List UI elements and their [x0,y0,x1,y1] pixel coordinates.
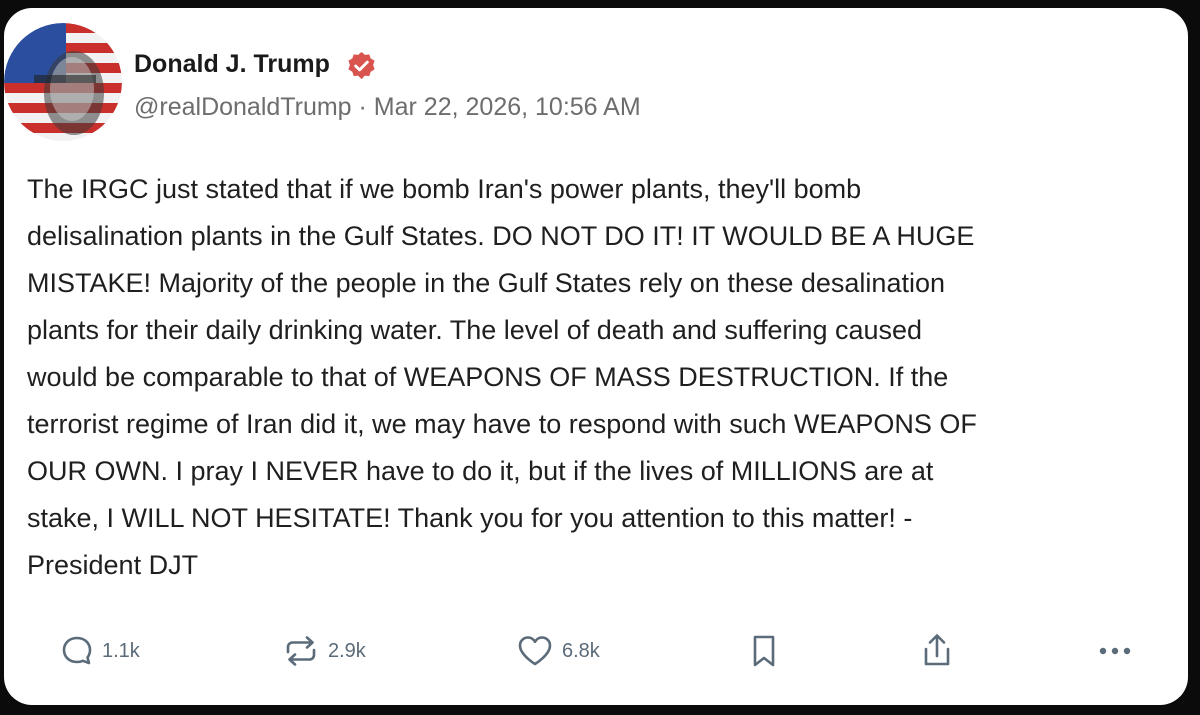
more-options-button[interactable] [1096,628,1134,674]
post-body-line: delisalination plants in the Gulf States… [27,221,975,251]
repost-count: 2.9k [328,639,366,662]
verified-badge-icon [348,51,375,80]
heart-icon [518,636,552,666]
more-dots-icon [1099,647,1131,655]
post-card: Donald J. Trump @realDonaldTrump · Mar 2… [4,8,1188,705]
share-icon [924,634,950,666]
post-body: The IRGC just stated that if we bomb Ira… [27,166,1167,589]
like-button[interactable]: 6.8k [516,628,600,674]
speech-bubble-icon [62,636,92,665]
post-body-line: The IRGC just stated that if we bomb Ira… [27,174,862,204]
like-count: 6.8k [562,639,600,662]
author-display-name[interactable]: Donald J. Trump [134,50,330,79]
repost-arrows-icon [286,636,316,666]
post-body-line: would be comparable to that of WEAPONS O… [27,362,949,392]
post-body-line: OUR OWN. I pray I NEVER have to do it, b… [27,456,934,486]
share-button[interactable] [919,628,955,674]
avatar[interactable] [4,23,122,141]
reply-button[interactable]: 1.1k [60,628,140,674]
repost-button[interactable]: 2.9k [282,628,366,674]
reply-count: 1.1k [102,639,140,662]
author-handle-timestamp[interactable]: @realDonaldTrump · Mar 22, 2026, 10:56 A… [134,93,641,122]
post-body-line: MISTAKE! Majority of the people in the G… [27,268,945,298]
bookmark-icon [753,635,775,667]
post-action-bar: 1.1k 2.9k 6.8k [4,628,1188,674]
bookmark-button[interactable] [749,628,779,674]
post-body-line: stake, I WILL NOT HESITATE! Thank you fo… [27,503,913,533]
avatar-image [4,23,122,141]
post-body-line: terrorist regime of Iran did it, we may … [27,409,977,439]
post-body-line: President DJT [27,550,199,580]
post-body-line: plants for their daily drinking water. T… [27,315,923,345]
